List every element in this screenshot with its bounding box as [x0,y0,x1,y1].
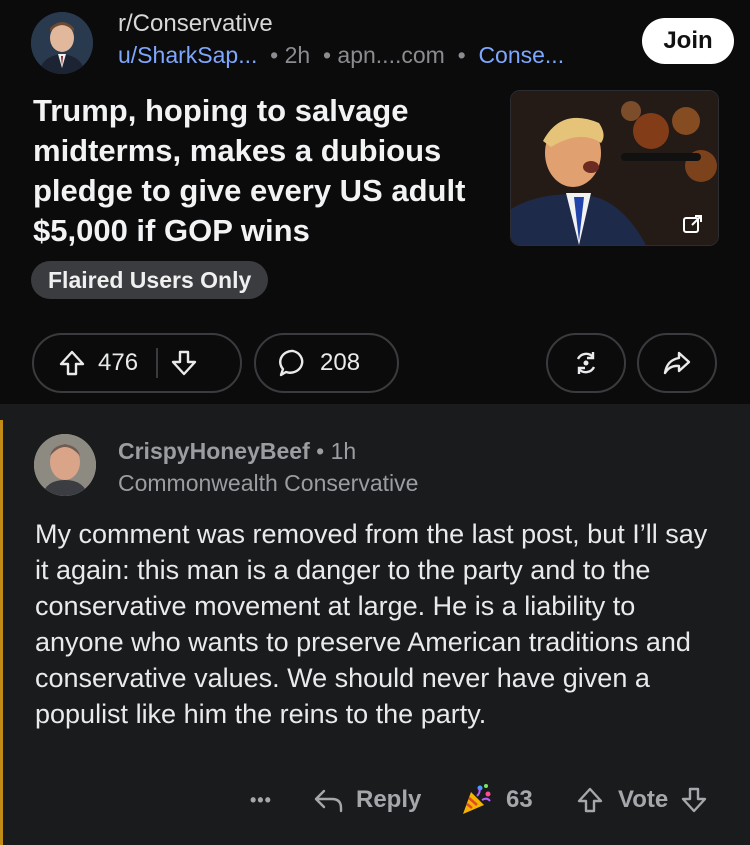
comment-vote: Vote [576,780,708,820]
post-title[interactable]: Trump, hoping to salvage midterms, makes… [33,91,503,251]
party-award-icon [458,782,494,818]
vote-bar: 476 [32,333,242,393]
more-options-button[interactable]: ••• [250,780,272,820]
comment-body: My comment was removed from the last pos… [35,519,708,729]
comment-downvote-icon[interactable] [680,786,708,814]
post-flair[interactable]: Flaired Users Only [31,261,269,299]
reply-button[interactable]: Reply [312,780,421,820]
comment-age: 1h [330,438,357,464]
upvote-icon[interactable] [58,349,86,377]
subreddit-name[interactable]: r/Conservative [118,10,273,38]
comment-user-flair: Commonwealth Conservative [118,470,419,496]
share-icon [662,348,692,378]
reply-icon [312,786,344,814]
comment-upvote-icon[interactable] [576,786,604,814]
reply-label: Reply [356,786,422,813]
comment-icon [278,348,308,378]
post-domain[interactable]: apn....com [337,42,444,68]
author-flair[interactable]: Conse... [478,42,564,68]
subreddit-avatar[interactable] [31,12,93,74]
vote-divider [156,348,159,378]
post-card: r/Conservative u/SharkSap... • 2h • apn.… [0,0,750,404]
post-thumbnail[interactable] [510,90,719,246]
more-options-icon: ••• [250,789,272,810]
share-button[interactable] [637,333,717,393]
vote-label: Vote [618,786,669,813]
post-age: 2h [284,42,311,68]
upvote-count: 476 [98,349,139,376]
award-count: 63 [506,786,533,813]
downvote-icon[interactable] [170,349,198,377]
post-author[interactable]: u/SharkSap... [118,42,257,68]
comment-username[interactable]: CrispyHoneyBeef [118,438,310,464]
award-count-button[interactable]: 63 [458,780,533,820]
comment-author: CrispyHoneyBeef • 1h [118,438,357,464]
post-meta: u/SharkSap... • 2h • apn....com • Conse.… [118,42,565,68]
user-avatar[interactable] [34,434,96,496]
join-button[interactable]: Join [642,18,734,64]
external-link-icon[interactable] [682,213,704,235]
comment-count: 208 [320,349,361,376]
comment-thread-rail [0,420,3,845]
award-button[interactable] [546,333,626,393]
comments-button[interactable]: 208 [254,333,399,393]
award-icon [571,348,601,378]
